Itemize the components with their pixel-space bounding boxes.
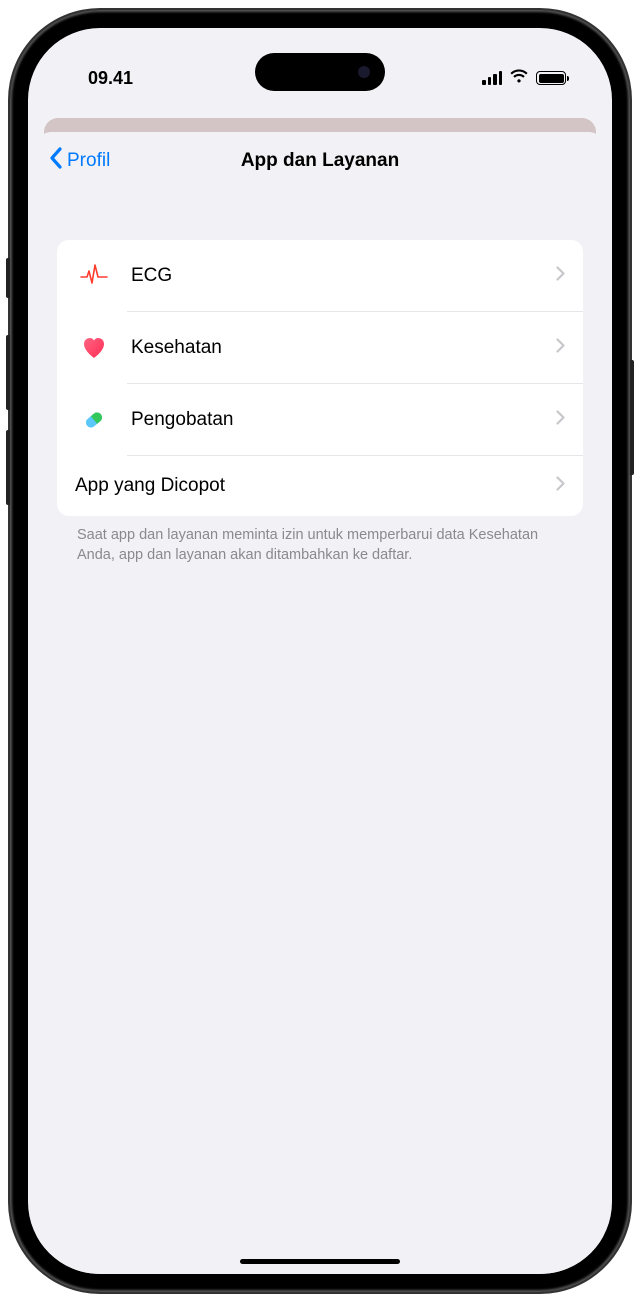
footer-description: Saat app dan layanan meminta izin untuk … <box>57 516 583 575</box>
home-indicator[interactable] <box>240 1259 400 1264</box>
power-button <box>630 360 634 475</box>
back-button[interactable]: Profil <box>49 147 110 175</box>
chevron-right-icon <box>556 266 565 286</box>
chevron-left-icon <box>49 147 64 175</box>
list-item-health[interactable]: Kesehatan <box>57 312 583 384</box>
list-item-ecg[interactable]: ECG <box>57 240 583 312</box>
list-item-label: ECG <box>131 265 556 287</box>
volume-down-button <box>6 430 10 505</box>
settings-sheet: Profil App dan Layanan ECG <box>37 132 603 1274</box>
volume-up-button <box>6 335 10 410</box>
page-title: App dan Layanan <box>241 150 399 172</box>
battery-icon <box>536 71 566 85</box>
content-area: ECG <box>37 190 603 575</box>
back-label: Profil <box>67 150 110 172</box>
apps-list: ECG <box>57 240 583 516</box>
dynamic-island <box>255 53 385 91</box>
silence-switch <box>6 258 10 298</box>
list-item-label: Kesehatan <box>131 337 556 359</box>
list-item-label: Pengobatan <box>131 409 556 431</box>
navigation-bar: Profil App dan Layanan <box>37 132 603 190</box>
chevron-right-icon <box>556 410 565 430</box>
medication-icon <box>75 401 113 439</box>
list-item-label: App yang Dicopot <box>75 475 556 497</box>
list-item-medication[interactable]: Pengobatan <box>57 384 583 456</box>
chevron-right-icon <box>556 338 565 358</box>
wifi-icon <box>509 68 529 89</box>
screen: 09.41 <box>28 28 612 1274</box>
status-icons <box>482 68 572 89</box>
device-frame: 09.41 <box>10 10 630 1292</box>
chevron-right-icon <box>556 476 565 496</box>
health-icon <box>75 329 113 367</box>
cellular-signal-icon <box>482 71 502 85</box>
front-camera <box>358 66 370 78</box>
list-item-uninstalled-apps[interactable]: App yang Dicopot <box>57 456 583 516</box>
status-time: 09.41 <box>68 68 133 89</box>
ecg-icon <box>75 257 113 295</box>
